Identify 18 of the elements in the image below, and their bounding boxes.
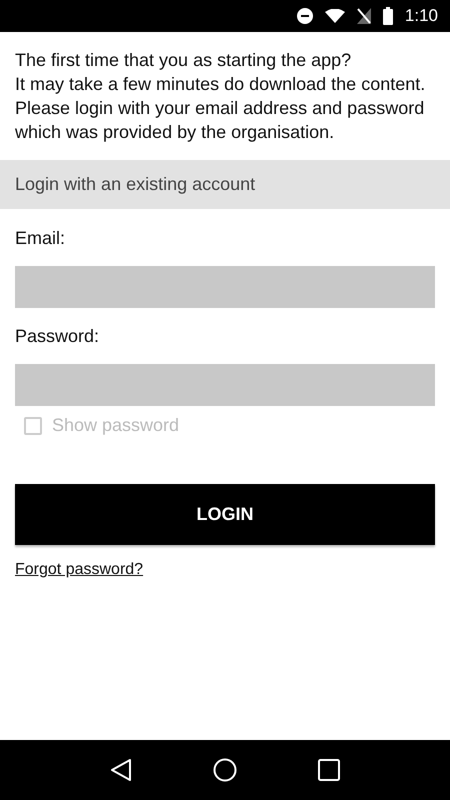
forgot-password-link[interactable]: Forgot password? (15, 561, 144, 579)
login-button[interactable]: LOGIN (15, 484, 435, 545)
password-field[interactable] (15, 364, 435, 406)
wifi-icon (324, 9, 345, 23)
email-field[interactable] (15, 266, 435, 308)
section-header: Login with an existing account (0, 160, 450, 209)
clock-time: 1:10 (404, 6, 438, 26)
field-label: Email: (15, 228, 66, 249)
no-sim-icon (356, 8, 371, 24)
intro-text: It may take a few minutes do download the content. Please login with your email address and password which was provided by the organisation. (15, 73, 426, 144)
do-not-disturb-icon (296, 8, 313, 24)
battery-icon (382, 7, 393, 25)
recents-icon[interactable] (318, 759, 340, 781)
back-icon[interactable] (110, 758, 132, 782)
field-label: Password: (15, 326, 100, 347)
intro-text: The first time that you as starting the app? (15, 49, 352, 72)
home-icon[interactable] (212, 758, 237, 782)
checkbox-label: Show password (52, 415, 180, 436)
